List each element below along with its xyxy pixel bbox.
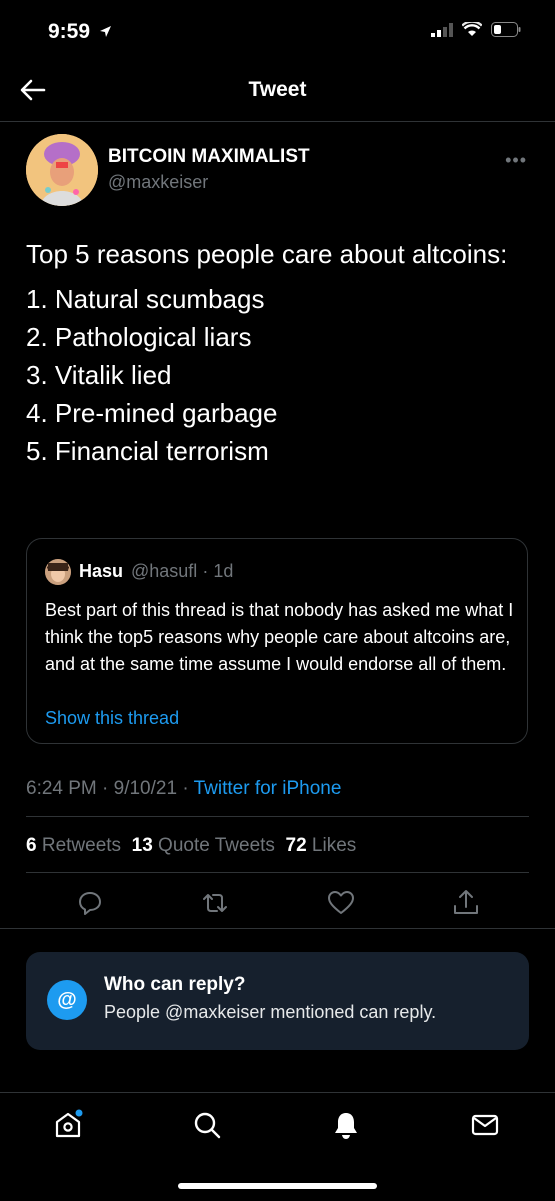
home-indicator xyxy=(178,1183,377,1189)
tweet-meta: 6:24 PM · 9/10/21 · Twitter for iPhone xyxy=(26,778,341,800)
quoted-tweet-card[interactable]: Hasu @hasufl · 1d Best part of this thre… xyxy=(26,538,528,744)
author-name[interactable]: BITCOIN MAXIMALIST xyxy=(108,146,310,168)
meta-divider xyxy=(26,816,529,817)
who-can-reply-subtitle: People @maxkeiser mentioned can reply. xyxy=(104,1002,437,1022)
home-icon[interactable] xyxy=(52,1109,84,1141)
more-options-icon[interactable]: ••• xyxy=(505,150,527,171)
status-icons xyxy=(431,22,521,37)
like-icon[interactable] xyxy=(326,888,356,918)
tweet-intro: Top 5 reasons people care about altcoins… xyxy=(26,239,508,269)
battery-icon xyxy=(491,22,521,37)
wifi-icon xyxy=(462,22,482,36)
tweet-list-item: 1. Natural scumbags xyxy=(26,284,265,314)
likes-stat[interactable]: 72 Likes xyxy=(286,835,357,856)
quoted-tweet-text: Best part of this thread is that nobody … xyxy=(45,600,514,674)
cellular-signal-icon xyxy=(431,22,453,37)
retweet-icon[interactable] xyxy=(200,888,230,918)
search-icon[interactable] xyxy=(191,1109,223,1141)
header-divider xyxy=(0,121,555,122)
quoted-author-name: Hasu xyxy=(79,561,124,581)
quoted-author-meta: @hasufl · 1d xyxy=(131,561,233,582)
who-can-reply-card: @ Who can reply? People @maxkeiser menti… xyxy=(26,952,529,1050)
tweet-list-item: 5. Financial terrorism xyxy=(26,436,269,466)
notifications-icon[interactable] xyxy=(330,1109,362,1141)
quoted-author-avatar xyxy=(45,559,71,585)
tweet-text: Top 5 reasons people care about altcoins… xyxy=(26,236,526,470)
quoted-author-handle: @hasufl xyxy=(131,561,198,581)
tweet-list-item: 4. Pre-mined garbage xyxy=(26,398,278,428)
actions-divider xyxy=(0,928,555,929)
quoted-tweet-age: · 1d xyxy=(202,561,234,581)
show-thread-link[interactable]: Show this thread xyxy=(45,708,179,729)
tweet-stats: 6 Retweets 13 Quote Tweets 72 Likes xyxy=(26,835,356,857)
messages-icon[interactable] xyxy=(469,1109,501,1141)
retweets-stat[interactable]: 6 Retweets xyxy=(26,835,121,856)
status-time: 9:59 xyxy=(48,20,112,44)
share-icon[interactable] xyxy=(451,888,481,918)
stats-divider xyxy=(26,872,529,873)
tweet-list-item: 2. Pathological liars xyxy=(26,322,252,352)
quote-tweets-stat[interactable]: 13 Quote Tweets xyxy=(132,835,275,856)
author-avatar[interactable] xyxy=(26,134,98,206)
who-can-reply-title: Who can reply? xyxy=(104,974,246,995)
tweet-source-link[interactable]: Twitter for iPhone xyxy=(194,778,342,799)
page-title: Tweet xyxy=(248,78,307,101)
at-sign-icon: @ xyxy=(47,980,87,1020)
tweet-list-item: 3. Vitalik lied xyxy=(26,360,172,390)
reply-icon[interactable] xyxy=(74,888,104,918)
tweet-timestamp: 6:24 PM · 9/10/21 · xyxy=(26,778,189,799)
author-handle[interactable]: @maxkeiser xyxy=(108,172,208,193)
location-arrow-icon xyxy=(99,26,111,37)
tweet-actions xyxy=(0,878,555,928)
